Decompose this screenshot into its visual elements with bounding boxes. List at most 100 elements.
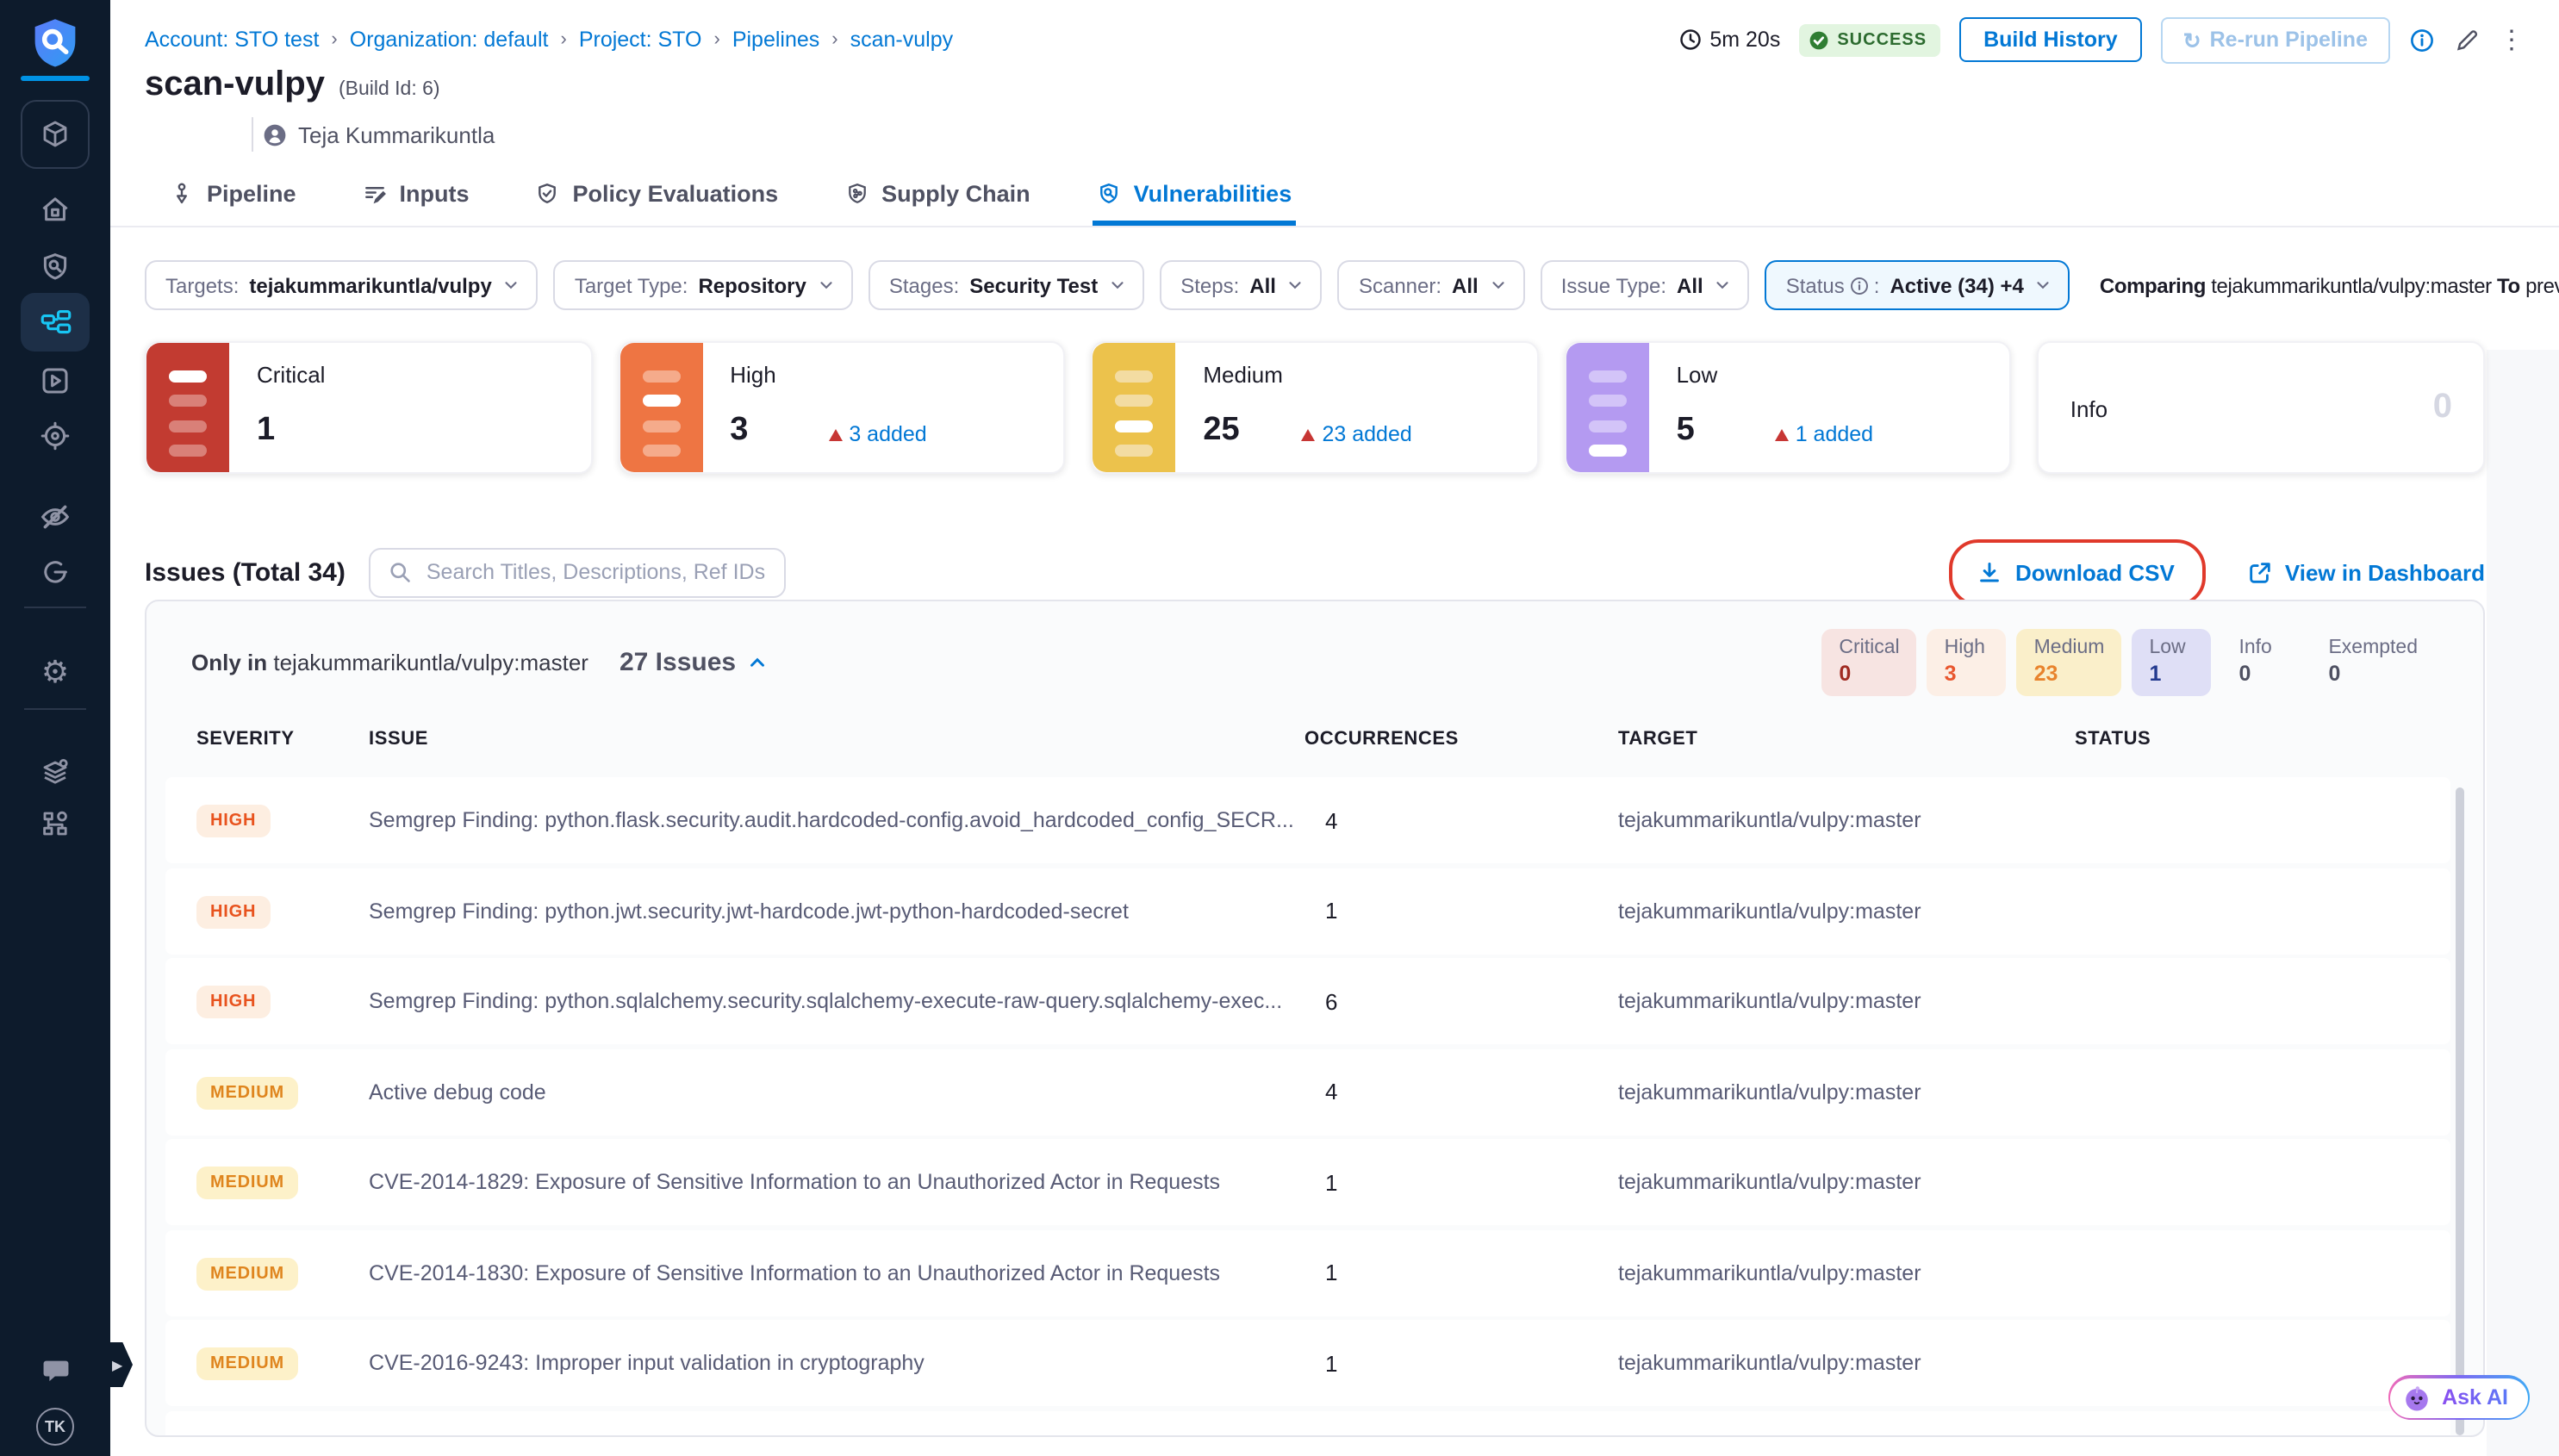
ask-ai-button[interactable]: Ask AI [2388,1375,2530,1420]
severity-card-high[interactable]: High 3 3 added [618,341,1065,474]
filter-steps[interactable]: Steps:All [1160,260,1323,310]
table-row[interactable]: HIGH Semgrep Finding: python.jwt.securit… [165,868,2450,954]
severity-card-info[interactable]: Info 0 [2038,341,2485,474]
status-badge: SUCCESS [1799,23,1940,56]
tab-vulnerabilities[interactable]: Vulnerabilities [1093,167,1296,226]
breadcrumb-current: scan-vulpy [850,28,954,52]
rerun-pipeline-button[interactable]: ↻ Re-run Pipeline [2161,16,2390,63]
sto-shield-search-logo[interactable] [26,14,84,76]
chip-exempted[interactable]: Exempted0 [2311,629,2435,696]
issues-count-toggle[interactable]: 27 Issues [620,648,769,677]
download-csv-button[interactable]: Download CSV [1977,559,2175,585]
table-row[interactable]: MEDIUM CVE-2017-11424: PyJWT ... 1 tejak… [165,1410,2450,1437]
issue-title: CVE-2016-9243: Improper input validation… [369,1351,1304,1375]
breadcrumb-link-account[interactable]: Account: STO test [145,28,319,52]
page-background-strip [2487,350,2559,1456]
severity-meter-icon [146,343,229,472]
top-bar: Account: STO test › Organization: defaul… [110,0,2559,59]
build-history-button[interactable]: Build History [1959,17,2142,62]
info-icon[interactable] [2409,27,2435,53]
view-in-dashboard-button[interactable]: View in Dashboard [2247,559,2485,585]
breadcrumb-link-org[interactable]: Organization: default [350,28,549,52]
table-scrollbar[interactable] [2456,787,2464,1435]
chat-icon[interactable] [21,1344,90,1396]
filters-row: Targets:tejakummarikuntla/vulpy Target T… [145,260,2525,310]
chevron-down-icon [1286,276,1305,295]
breadcrumb-link-project[interactable]: Project: STO [579,28,702,52]
col-issue: ISSUE [369,729,1304,750]
tab-supply-chain[interactable]: Supply Chain [840,167,1034,226]
user-avatar[interactable]: TK [36,1408,74,1446]
settings-gear-icon[interactable]: ⚙ [21,646,90,698]
default-settings-icon[interactable] [21,746,90,798]
ai-mascot-icon [2402,1383,2431,1412]
issues-search[interactable] [370,547,787,597]
chip-high[interactable]: High3 [1927,629,2007,696]
issue-title: Semgrep Finding: python.flask.security.a… [369,808,1304,832]
info-icon [1850,275,1871,296]
module-cube-icon[interactable] [21,100,90,169]
occurrences: 1 [1304,898,1618,924]
pipelines-icon[interactable] [21,293,90,352]
col-status: STATUS [2075,729,2483,750]
triangle-up-icon [1775,428,1789,440]
edit-pencil-icon[interactable] [2454,27,2480,53]
chip-low[interactable]: Low1 [2132,629,2211,696]
nav-divider [24,607,86,608]
filter-targets[interactable]: Targets:tejakummarikuntla/vulpy [145,260,539,310]
occurrences: 6 [1304,988,1618,1014]
breadcrumb-link-pipelines[interactable]: Pipelines [732,28,819,52]
chip-medium[interactable]: Medium23 [2017,629,2122,696]
severity-badge: HIGH [196,805,270,837]
issues-table-body: HIGH Semgrep Finding: python.flask.secur… [146,777,2483,1437]
exemptions-eye-off-icon[interactable] [21,491,90,543]
issue-title: Semgrep Finding: python.sqlalchemy.secur… [369,989,1304,1013]
occurrences: 4 [1304,807,1618,833]
target: tejakummarikuntla/vulpy:master [1618,1170,2075,1194]
breadcrumb-separator: › [831,29,837,50]
severity-card-low[interactable]: Low 5 1 added [1565,341,2012,474]
pipeline-icon [169,181,195,207]
clock-icon [1678,28,1703,52]
filter-stages[interactable]: Stages:Security Test [869,260,1144,310]
target: tejakummarikuntla/vulpy:master [1618,1080,2075,1104]
severity-badge: MEDIUM [196,1167,298,1199]
table-row[interactable]: MEDIUM CVE-2014-1829: Exposure of Sensit… [165,1139,2450,1225]
comparing-text: Comparing tejakummarikuntla/vulpy:master… [2100,273,2559,297]
breadcrumb-separator: › [560,29,566,50]
severity-card-critical[interactable]: Critical 1 [145,341,592,474]
tab-pipeline[interactable]: Pipeline [165,167,300,226]
home-icon[interactable] [21,184,90,236]
targets-icon[interactable] [21,410,90,462]
chevron-down-icon [1108,276,1127,295]
external-link-icon [2247,559,2273,585]
table-row[interactable]: MEDIUM CVE-2016-9243: Improper input val… [165,1320,2450,1406]
table-row[interactable]: MEDIUM CVE-2014-1830: Exposure of Sensit… [165,1229,2450,1316]
severity-badge: HIGH [196,986,270,1018]
getting-started-icon[interactable] [21,546,90,598]
filter-status[interactable]: Status : Active (34) +4 [1765,260,2070,310]
severity-card-medium[interactable]: Medium 25 23 added [1091,341,1538,474]
breadcrumb-separator: › [713,29,719,50]
title-row: scan-vulpy (Build Id: 6) [110,59,2559,105]
executions-icon[interactable] [21,355,90,407]
severity-cards-row: Critical 1 High 3 3 added Medium 25 23 a… [145,341,2485,474]
tab-policy-evaluations[interactable]: Policy Evaluations [532,167,782,226]
chip-info[interactable]: Info0 [2221,629,2301,696]
chip-critical[interactable]: Critical0 [1821,629,1916,696]
scans-shield-icon[interactable] [21,241,90,293]
table-row[interactable]: MEDIUM Active debug code 4 tejakummariku… [165,1048,2450,1135]
kebab-menu-icon[interactable]: ⋮ [2499,27,2525,53]
table-row[interactable]: HIGH Semgrep Finding: python.sqlalchemy.… [165,958,2450,1044]
occurrences: 1 [1304,1169,1618,1195]
main-content: Account: STO test › Organization: defaul… [110,0,2559,1456]
filter-issue-type[interactable]: Issue Type:All [1541,260,1750,310]
tab-inputs[interactable]: Inputs [358,167,473,226]
search-input[interactable] [423,558,785,586]
infrastructure-icon[interactable] [21,798,90,849]
filter-scanner[interactable]: Scanner:All [1338,260,1525,310]
table-row[interactable]: HIGH Semgrep Finding: python.flask.secur… [165,777,2450,863]
col-target: TARGET [1618,729,2075,750]
filter-target-type[interactable]: Target Type:Repository [554,260,853,310]
severity-badge: MEDIUM [196,1076,298,1109]
